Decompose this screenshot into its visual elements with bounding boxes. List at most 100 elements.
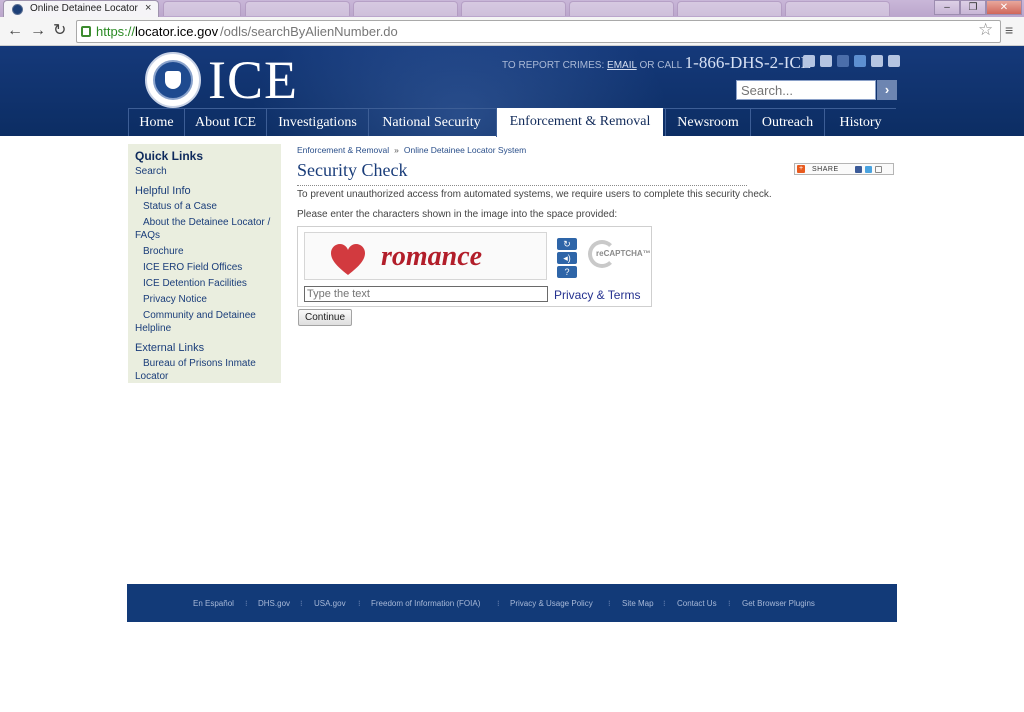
ice-logo-text[interactable]: ICE <box>208 49 298 111</box>
report-or-call: OR CALL <box>636 60 685 71</box>
forward-arrow-icon[interactable]: → <box>30 22 46 40</box>
seal-inner <box>153 60 193 100</box>
captcha-response-input[interactable] <box>304 286 548 302</box>
sidebar-item-brochure[interactable]: Brochure <box>143 245 184 258</box>
eagle-icon <box>165 71 181 89</box>
browser-toolbar: ← → ↻ https:// locator.ice.gov /odls/sea… <box>0 17 1024 46</box>
reload-icon[interactable]: ↻ <box>53 22 66 40</box>
continue-button[interactable]: Continue <box>298 309 352 326</box>
nav-investigations[interactable]: Investigations <box>266 109 368 136</box>
browser-tab-background[interactable] <box>245 1 350 16</box>
breadcrumb-link[interactable]: Enforcement & Removal <box>297 145 389 155</box>
footer-separator: ⁝ <box>358 599 361 608</box>
footer-separator: ⁝ <box>300 599 303 608</box>
plus-icon: + <box>797 165 805 173</box>
facebook-icon[interactable] <box>837 55 849 67</box>
footer-link-dhs[interactable]: DHS.gov <box>258 599 290 608</box>
browser-tab-background[interactable] <box>569 1 674 16</box>
footer-link-espanol[interactable]: En Español <box>193 599 234 608</box>
helpful-info-heading: Helpful Info <box>135 185 191 197</box>
podcast-icon[interactable] <box>871 55 883 67</box>
window-close-button[interactable]: ✕ <box>986 0 1022 15</box>
site-search-button[interactable]: › <box>877 80 897 100</box>
captcha-audio-icon[interactable]: ◂) <box>557 252 577 264</box>
report-email-link[interactable]: EMAIL <box>607 60 637 71</box>
browser-menu-icon[interactable]: ≡ <box>1005 22 1013 38</box>
footer-link-plugins[interactable]: Get Browser Plugins <box>742 599 815 608</box>
back-arrow-icon[interactable]: ← <box>7 22 23 40</box>
recaptcha-widget: romance ↻ ◂) ? reCAPTCHA™ Privacy & Term… <box>297 226 652 307</box>
nav-home[interactable]: Home <box>128 109 184 136</box>
sidebar-item-helpline[interactable]: Community and Detainee Helpline <box>135 309 275 335</box>
browser-tab-background[interactable] <box>163 1 241 16</box>
tab-close-icon[interactable]: × <box>145 2 151 14</box>
footer-separator: ⁝ <box>663 599 666 608</box>
report-prefix: TO REPORT CRIMES: <box>502 60 608 71</box>
browser-tab-background[interactable] <box>677 1 782 16</box>
footer-link-contact[interactable]: Contact Us <box>677 599 717 608</box>
sidebar-item-field-offices[interactable]: ICE ERO Field Offices <box>143 261 242 274</box>
nav-national-security[interactable]: National Security <box>368 109 494 136</box>
rss-icon[interactable] <box>888 55 900 67</box>
captcha-help-icon[interactable]: ? <box>557 266 577 278</box>
site-search-input[interactable] <box>736 80 876 100</box>
facebook-icon <box>855 166 862 173</box>
sidebar-item-about-locator[interactable]: About the Detainee Locator / FAQs <box>135 216 275 242</box>
report-crimes-line: TO REPORT CRIMES: EMAIL OR CALL 1-866-DH… <box>502 53 811 73</box>
footer-link-sitemap[interactable]: Site Map <box>622 599 654 608</box>
browser-tab-background[interactable] <box>785 1 890 16</box>
nav-enforcement-removal[interactable]: Enforcement & Removal <box>496 108 663 137</box>
print-icon[interactable] <box>820 55 832 67</box>
footer-link-usa[interactable]: USA.gov <box>314 599 346 608</box>
nav-about-ice[interactable]: About ICE <box>184 109 266 136</box>
quick-links-sidebar: Quick Links Search Helpful Info Status o… <box>128 144 281 383</box>
nav-outreach[interactable]: Outreach <box>750 109 824 136</box>
breadcrumb: Enforcement & Removal » Online Detainee Lo… <box>297 145 526 155</box>
footer-link-privacy[interactable]: Privacy & Usage Policy <box>510 599 593 608</box>
twitter-icon <box>865 166 872 173</box>
share-button[interactable]: + SHARE <box>794 163 894 175</box>
email-icon <box>875 166 882 173</box>
footer-separator: ⁝ <box>728 599 731 608</box>
browser-tab-background[interactable] <box>461 1 566 16</box>
bookmark-star-icon[interactable]: ☆ <box>978 20 993 40</box>
instruction-text: Please enter the characters shown in the… <box>297 209 618 220</box>
recaptcha-logo: reCAPTCHA™ <box>588 240 651 270</box>
nav-history[interactable]: History <box>824 109 896 136</box>
main-nav: Home About ICE Investigations National S… <box>128 108 896 137</box>
page-title: Security Check <box>297 160 408 180</box>
tab-title: Online Detainee Locator S <box>30 3 140 14</box>
address-bar[interactable]: https:// locator.ice.gov /odls/searchByA… <box>76 20 1001 43</box>
window-minimize-button[interactable]: – <box>934 0 960 15</box>
email-icon[interactable] <box>803 55 815 67</box>
sidebar-item-bop-locator[interactable]: Bureau of Prisons Inmate Locator <box>135 357 275 383</box>
dhs-favicon-icon <box>12 4 23 15</box>
url-scheme: https:// <box>96 24 136 39</box>
heart-shape <box>331 244 365 275</box>
lock-icon <box>81 26 91 37</box>
sidebar-item-privacy-notice[interactable]: Privacy Notice <box>143 293 207 306</box>
breadcrumb-link[interactable]: Online Detainee Locator System <box>404 145 526 155</box>
quick-links-heading: Quick Links <box>135 149 204 163</box>
site-footer: En Español ⁝ DHS.gov ⁝ USA.gov ⁝ Freedom… <box>127 584 897 622</box>
browser-tab-active[interactable]: Online Detainee Locator S × <box>3 0 159 17</box>
dhs-seal-logo[interactable] <box>145 52 201 108</box>
nav-newsroom[interactable]: Newsroom <box>665 109 750 136</box>
sidebar-item-status-of-case[interactable]: Status of a Case <box>143 200 217 213</box>
browser-tab-bar: Online Detainee Locator S × – ❐ ✕ <box>0 0 1024 17</box>
sidebar-item-detention-facilities[interactable]: ICE Detention Facilities <box>143 277 247 290</box>
external-links-heading: External Links <box>135 342 205 354</box>
footer-separator: ⁝ <box>608 599 611 608</box>
window-maximize-button[interactable]: ❐ <box>960 0 986 15</box>
twitter-icon[interactable] <box>854 55 866 67</box>
privacy-terms-link[interactable]: Privacy & Terms <box>554 288 640 302</box>
recaptcha-logo-text: reCAPTCHA™ <box>596 249 651 258</box>
footer-separator: ⁝ <box>497 599 500 608</box>
sidebar-item-search[interactable]: Search <box>135 165 167 178</box>
captcha-word: romance <box>381 241 483 272</box>
captcha-reload-icon[interactable]: ↻ <box>557 238 577 250</box>
title-divider <box>297 185 747 186</box>
heart-icon <box>331 244 365 275</box>
browser-tab-background[interactable] <box>353 1 458 16</box>
footer-link-foia[interactable]: Freedom of Information (FOIA) <box>371 599 480 608</box>
